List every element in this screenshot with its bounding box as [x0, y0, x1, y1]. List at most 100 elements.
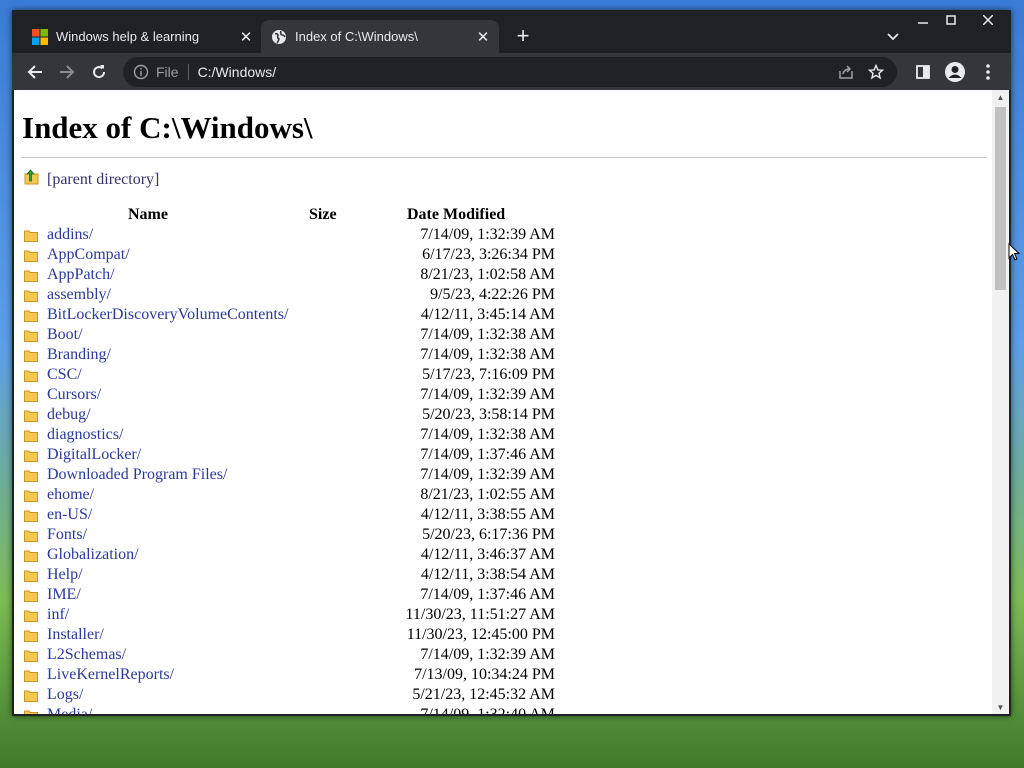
- date-modified: 7/14/09, 1:37:46 AM: [420, 446, 555, 463]
- forward-arrow-icon[interactable]: [54, 59, 80, 85]
- folder-link[interactable]: en-US/: [47, 506, 92, 524]
- folder-link[interactable]: LiveKernelReports/: [47, 666, 174, 684]
- table-row: inf/11/30/23, 11:51:27 AM: [22, 606, 582, 626]
- folder-link[interactable]: Installer/: [47, 626, 104, 644]
- column-header-date[interactable]: Date Modified: [407, 206, 505, 224]
- info-icon[interactable]: [133, 64, 149, 80]
- folder-link[interactable]: diagnostics/: [47, 426, 123, 444]
- maximize-button[interactable]: [937, 10, 965, 30]
- folder-icon: [24, 650, 38, 662]
- column-header-size[interactable]: Size: [309, 206, 337, 224]
- folder-link[interactable]: AppCompat/: [47, 246, 130, 264]
- date-modified: 11/30/23, 11:51:27 AM: [405, 606, 556, 623]
- parent-directory-link[interactable]: [parent directory]: [47, 171, 159, 189]
- folder-link[interactable]: Help/: [47, 566, 83, 584]
- folder-link[interactable]: Logs/: [47, 686, 83, 704]
- microsoft-logo-icon: [32, 28, 48, 45]
- bookmark-star-icon[interactable]: [863, 59, 889, 85]
- table-row: AppPatch/8/21/23, 1:02:58 AM: [22, 266, 582, 286]
- folder-link[interactable]: addins/: [47, 226, 93, 244]
- close-tab-icon[interactable]: ✕: [473, 27, 493, 47]
- date-modified: 9/5/23, 4:22:26 PM: [430, 286, 555, 303]
- folder-link[interactable]: L2Schemas/: [47, 646, 126, 664]
- date-modified: 4/12/11, 3:38:55 AM: [420, 506, 555, 523]
- new-tab-button[interactable]: +: [512, 25, 534, 48]
- tab-index-of-windows[interactable]: Index of C:\Windows\ ✕: [261, 20, 499, 53]
- browser-window: Windows help & learning ✕ Index of C:\Wi…: [12, 10, 1011, 716]
- folder-icon: [24, 410, 38, 422]
- folder-link[interactable]: assembly/: [47, 286, 111, 304]
- date-modified: 7/14/09, 1:32:39 AM: [420, 466, 555, 483]
- folder-link[interactable]: BitLockerDiscoveryVolumeContents/: [47, 306, 288, 324]
- folder-link[interactable]: Boot/: [47, 326, 83, 344]
- minimize-button[interactable]: [909, 10, 937, 30]
- back-arrow-icon[interactable]: [22, 59, 48, 85]
- table-row: Branding/7/14/09, 1:32:38 AM: [22, 346, 582, 366]
- share-icon[interactable]: [833, 59, 859, 85]
- table-row: Installer/11/30/23, 12:45:00 PM: [22, 626, 582, 646]
- folder-link[interactable]: AppPatch/: [47, 266, 115, 284]
- globe-icon: [271, 29, 287, 45]
- folder-icon: [24, 690, 38, 702]
- reload-icon[interactable]: [86, 59, 112, 85]
- folder-link[interactable]: Globalization/: [47, 546, 139, 564]
- date-modified: 8/21/23, 1:02:58 AM: [420, 266, 555, 283]
- folder-icon: [24, 670, 38, 682]
- folder-link[interactable]: Cursors/: [47, 386, 101, 404]
- folder-link[interactable]: IME/: [47, 586, 81, 604]
- scroll-down-arrow-icon[interactable]: ▼: [992, 700, 1009, 714]
- scroll-up-arrow-icon[interactable]: ▲: [992, 90, 1009, 104]
- window-controls: [909, 10, 1011, 30]
- table-row: Logs/5/21/23, 12:45:32 AM: [22, 686, 582, 706]
- vertical-scrollbar[interactable]: ▲ ▼: [992, 90, 1009, 714]
- table-row: LiveKernelReports/7/13/09, 10:34:24 PM: [22, 666, 582, 686]
- date-modified: 7/13/09, 10:34:24 PM: [414, 666, 555, 683]
- profile-avatar-icon[interactable]: [942, 59, 968, 85]
- table-row: L2Schemas/7/14/09, 1:32:39 AM: [22, 646, 582, 666]
- folder-icon: [24, 350, 38, 362]
- divider: [187, 64, 189, 80]
- up-arrow-folder-icon: [24, 169, 39, 190]
- date-modified: 5/21/23, 12:45:32 AM: [412, 686, 555, 703]
- mouse-cursor-icon: [1008, 242, 1021, 266]
- tab-windows-help[interactable]: Windows help & learning ✕: [22, 20, 262, 53]
- menu-dots-icon[interactable]: [975, 59, 1001, 85]
- column-header-name[interactable]: Name: [128, 206, 168, 224]
- folder-icon: [24, 530, 38, 542]
- address-bar[interactable]: File C:/Windows/: [123, 57, 897, 87]
- table-row: en-US/4/12/11, 3:38:55 AM: [22, 506, 582, 526]
- folder-link[interactable]: Branding/: [47, 346, 111, 364]
- folder-link[interactable]: Fonts/: [47, 526, 87, 544]
- folder-link[interactable]: DigitalLocker/: [47, 446, 141, 464]
- table-row: Downloaded Program Files/7/14/09, 1:32:3…: [22, 466, 582, 486]
- toolbar: File C:/Windows/: [12, 53, 1011, 90]
- close-window-button[interactable]: [965, 10, 1011, 30]
- folder-icon: [24, 610, 38, 622]
- tab-search-chevron-icon[interactable]: [882, 26, 904, 48]
- url-text[interactable]: C:/Windows/: [198, 64, 829, 80]
- table-row: Cursors/7/14/09, 1:32:39 AM: [22, 386, 582, 406]
- folder-link[interactable]: debug/: [47, 406, 91, 424]
- date-modified: 7/14/09, 1:37:46 AM: [420, 586, 555, 603]
- folder-icon: [24, 550, 38, 562]
- folder-icon: [24, 570, 38, 582]
- table-row: AppCompat/6/17/23, 3:26:34 PM: [22, 246, 582, 266]
- divider: [22, 157, 986, 158]
- folder-icon: [24, 290, 38, 302]
- folder-link[interactable]: CSC/: [47, 366, 82, 384]
- folder-link[interactable]: Media/: [47, 706, 92, 714]
- scrollbar-thumb[interactable]: [995, 107, 1006, 290]
- table-row: Fonts/5/20/23, 6:17:36 PM: [22, 526, 582, 546]
- folder-link[interactable]: inf/: [47, 606, 69, 624]
- table-row: Boot/7/14/09, 1:32:38 AM: [22, 326, 582, 346]
- side-panel-icon[interactable]: [910, 59, 936, 85]
- date-modified: 7/14/09, 1:32:39 AM: [420, 646, 555, 663]
- table-row: assembly/9/5/23, 4:22:26 PM: [22, 286, 582, 306]
- date-modified: 4/12/11, 3:38:54 AM: [420, 566, 555, 583]
- folder-link[interactable]: Downloaded Program Files/: [47, 466, 227, 484]
- table-row: Media/7/14/09, 1:32:40 AM: [22, 706, 582, 714]
- folder-link[interactable]: ehome/: [47, 486, 94, 504]
- close-tab-icon[interactable]: ✕: [236, 27, 256, 47]
- page-title: Index of C:\Windows\: [22, 110, 313, 145]
- date-modified: 11/30/23, 12:45:00 PM: [406, 626, 555, 643]
